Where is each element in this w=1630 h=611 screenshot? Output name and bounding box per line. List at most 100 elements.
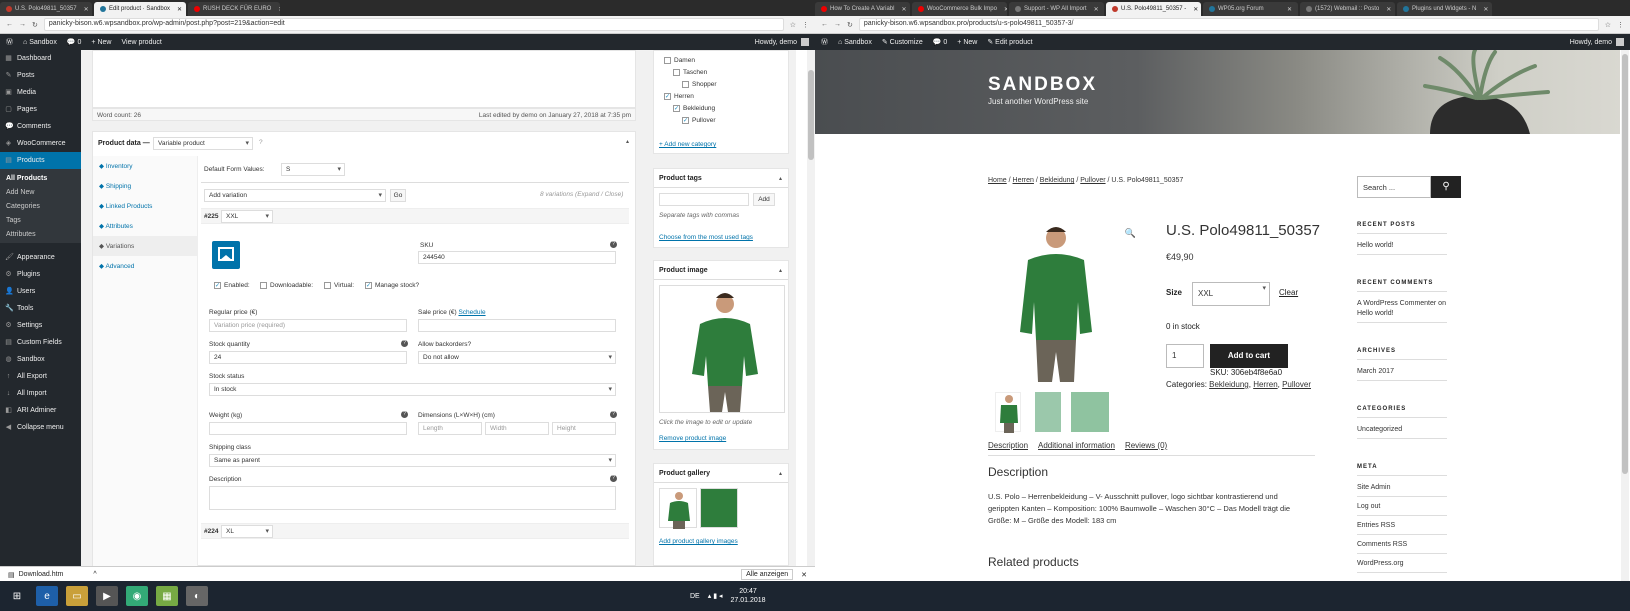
avatar[interactable] — [1616, 38, 1624, 46]
browser-tab[interactable]: Support - WP All Import ✕ — [1009, 2, 1104, 16]
widget-link[interactable]: March 2017 — [1357, 367, 1453, 377]
checkbox[interactable]: ✓ — [682, 117, 689, 124]
editor-area[interactable] — [92, 50, 636, 108]
checkbox[interactable] — [664, 57, 671, 64]
tab-close-icon[interactable]: ✕ — [1000, 6, 1007, 13]
chevron-up-icon[interactable]: ^ — [93, 571, 96, 578]
variation-size-select[interactable]: XL — [221, 525, 273, 538]
checkbox[interactable] — [682, 81, 689, 88]
browser-tab[interactable]: WooCommerce Bulk Impo ✕ — [912, 2, 1007, 16]
quantity-input[interactable]: 1 — [1166, 344, 1204, 368]
tab-close-icon[interactable]: ✕ — [274, 6, 280, 13]
lang-indicator[interactable]: DE — [690, 593, 700, 600]
add-tag-button[interactable]: Add — [753, 193, 775, 206]
add-to-cart-button[interactable]: Add to cart — [1210, 344, 1288, 368]
widget-link[interactable]: Uncategorized — [1357, 425, 1453, 435]
go-button[interactable]: Go — [390, 189, 406, 202]
view-product-link[interactable]: View product — [121, 39, 161, 46]
checkbox[interactable]: ✓ — [664, 93, 671, 100]
width-input[interactable]: Width — [485, 422, 549, 435]
sidebar-item-all-export[interactable]: ↑ All Export — [0, 368, 81, 385]
menu-icon[interactable]: ⋮ — [1617, 21, 1624, 29]
star-icon[interactable]: ☆ — [1605, 21, 1611, 29]
forward-icon[interactable]: → — [834, 21, 841, 28]
tab-close-icon[interactable]: ✕ — [80, 6, 89, 13]
remove-image-link[interactable]: Remove product image — [659, 435, 726, 442]
browser-tab[interactable]: U.S. Polo49811_50357 - ✕ — [1106, 2, 1201, 16]
weight-input[interactable] — [209, 422, 407, 435]
sidebar-item-posts[interactable]: ✎ Posts — [0, 67, 81, 84]
tab-close-icon[interactable]: ✕ — [1189, 6, 1198, 13]
submenu-add-new[interactable]: Add New — [0, 185, 81, 199]
tab-additional[interactable]: Additional information — [1038, 441, 1115, 450]
product-image[interactable] — [659, 285, 785, 413]
description-textarea[interactable] — [209, 486, 616, 510]
pd-tab-linked-products[interactable]: ◆ Linked Products — [93, 196, 197, 216]
tab-close-icon[interactable]: ✕ — [1479, 6, 1488, 13]
thumb-2[interactable] — [1035, 392, 1061, 432]
collapse-icon[interactable]: ▴ — [779, 175, 782, 182]
category-checkbox-bekleidung[interactable]: ✓ Bekleidung — [673, 105, 715, 112]
tag-input[interactable] — [659, 193, 749, 206]
category-checkbox-taschen[interactable]: Taschen — [673, 69, 707, 76]
zoom-icon[interactable]: 🔍 — [1125, 228, 1136, 239]
media-icon[interactable]: ▶ — [96, 586, 118, 606]
browser-tab[interactable]: RUSH DECK FÜR EURO✕ — [188, 2, 280, 16]
breadcrumb-link[interactable]: Herren — [1013, 177, 1034, 184]
default-size-select[interactable]: S — [281, 163, 345, 176]
sidebar-item-custom-fields[interactable]: ▤ Custom Fields — [0, 334, 81, 351]
edit-product-link[interactable]: ✎ Edit product — [987, 38, 1032, 46]
collapse-icon[interactable]: ▴ — [626, 138, 629, 145]
widget-link[interactable]: Hello world! — [1357, 241, 1453, 251]
category-checkbox-damen[interactable]: Damen — [664, 57, 695, 64]
site-title[interactable]: SANDBOX — [988, 74, 1097, 96]
pd-tab-advanced[interactable]: ◆ Advanced — [93, 256, 197, 276]
pd-tab-attributes[interactable]: ◆ Attributes — [93, 216, 197, 236]
add-variation-select[interactable]: Add variation — [204, 189, 386, 202]
tray-icons[interactable]: ▴ ▮ ◂ — [708, 592, 723, 600]
manage-stock-checkbox[interactable]: ✓ Manage stock? — [365, 282, 419, 289]
sidebar-item-comments[interactable]: 💬 Comments — [0, 118, 81, 135]
howdy-link[interactable]: Howdy, demo — [755, 39, 797, 46]
wp-logo-icon[interactable]: Ⓦ — [821, 37, 828, 47]
app-icon[interactable]: ▦ — [156, 586, 178, 606]
comments-link[interactable]: 💬 0 — [933, 38, 948, 46]
pd-tab-shipping[interactable]: ◆ Shipping — [93, 176, 197, 196]
tab-close-icon[interactable]: ✕ — [1090, 6, 1099, 13]
sidebar-item-products[interactable]: ▤ Products — [0, 152, 81, 169]
browser-tab[interactable]: WP05.org Forum ✕ — [1203, 2, 1298, 16]
site-name-link[interactable]: ⌂ Sandbox — [23, 39, 57, 46]
tab-close-icon[interactable]: ✕ — [1283, 6, 1292, 13]
category-link[interactable]: Bekleidung — [1209, 380, 1249, 389]
right-url-field[interactable]: panicky-bison.w6.wpsandbox.pro/products/… — [858, 18, 1599, 31]
wp-logo-icon[interactable]: Ⓦ — [6, 37, 13, 47]
sidebar-item-media[interactable]: ▣ Media — [0, 84, 81, 101]
new-link[interactable]: + New — [91, 39, 111, 46]
sidebar-item-tools[interactable]: 🔧 Tools — [0, 300, 81, 317]
gallery-thumb[interactable] — [700, 488, 738, 528]
explorer-icon[interactable]: ▭ — [66, 586, 88, 606]
search-button[interactable]: ⚲ — [1431, 176, 1461, 198]
product-type-select[interactable]: Variable product — [153, 137, 253, 150]
breadcrumb-link[interactable]: Bekleidung — [1040, 177, 1075, 184]
downloadable-checkbox[interactable]: Downloadable: — [260, 282, 313, 289]
shipping-class-select[interactable]: Same as parent — [209, 454, 616, 467]
clock[interactable]: 20:47 27.01.2018 — [731, 587, 766, 605]
sidebar-item-users[interactable]: 👤 Users — [0, 283, 81, 300]
add-gallery-link[interactable]: Add product gallery images — [659, 538, 738, 545]
start-icon[interactable]: ⊞ — [6, 586, 28, 606]
checkbox[interactable] — [673, 69, 680, 76]
tab-description[interactable]: Description — [988, 441, 1028, 450]
forward-icon[interactable]: → — [19, 21, 26, 28]
sidebar-item-all-import[interactable]: ↓ All Import — [0, 385, 81, 402]
virtual-checkbox[interactable]: Virtual: — [324, 282, 354, 289]
pd-tab-inventory[interactable]: ◆ Inventory — [93, 156, 197, 176]
widget-link[interactable]: A WordPress Commenter on Hello world! — [1357, 299, 1453, 319]
sidebar-item-plugins[interactable]: ⚙ Plugins — [0, 266, 81, 283]
submenu-attributes[interactable]: Attributes — [0, 227, 81, 241]
sidebar-item-settings[interactable]: ⚙ Settings — [0, 317, 81, 334]
comments-link[interactable]: 💬 0 — [67, 38, 82, 46]
tab-close-icon[interactable]: ✕ — [173, 6, 182, 13]
ie-icon[interactable]: e — [36, 586, 58, 606]
browser-tab[interactable]: (1572) Webmail :: Posto ✕ — [1300, 2, 1395, 16]
